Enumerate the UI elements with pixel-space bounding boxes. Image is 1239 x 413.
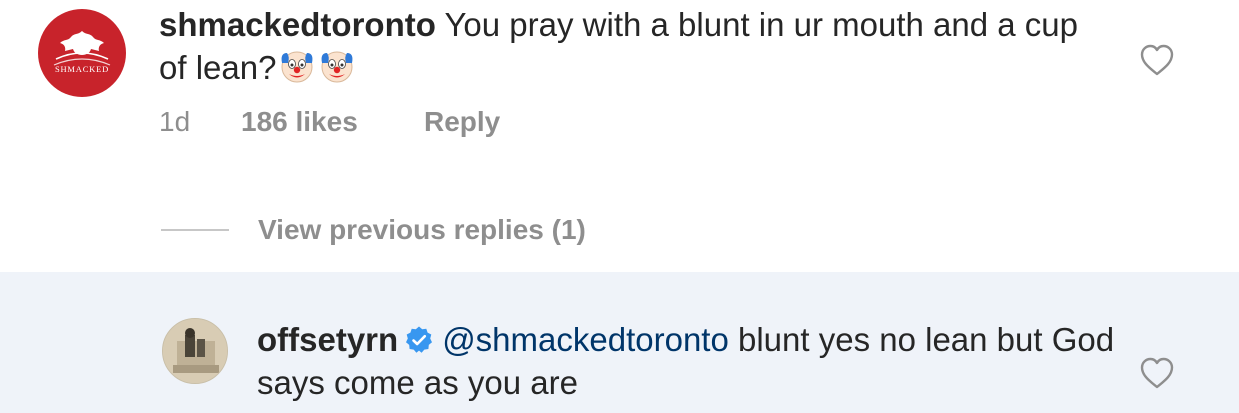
comment-meta: 1d 186 likes Reply xyxy=(159,106,500,142)
comment-timestamp: 1d xyxy=(159,106,191,137)
view-previous-replies-label: View previous replies (1) xyxy=(258,214,586,245)
clown-face-emoji-icon xyxy=(318,47,356,95)
reply-avatar[interactable] xyxy=(162,318,228,384)
reply-username[interactable]: offsetyrn xyxy=(257,321,398,358)
comment-username[interactable]: shmackedtoronto xyxy=(159,6,436,43)
heart-outline-icon[interactable] xyxy=(1139,43,1175,77)
avatar-photo-icon xyxy=(163,319,227,383)
likes-count[interactable]: 186 likes xyxy=(241,106,424,142)
thread-divider-line xyxy=(161,229,229,231)
heart-outline-icon[interactable] xyxy=(1139,356,1175,390)
verified-badge-icon xyxy=(406,326,433,353)
avatar-label: SHMACKED xyxy=(54,64,110,74)
view-previous-replies-button[interactable]: View previous replies (1) xyxy=(161,212,586,248)
reply-body: offsetyrn @shmackedtoronto blunt yes no … xyxy=(257,318,1117,404)
shmacked-logo-icon xyxy=(53,31,111,66)
comment: SHMACKED shmackedtoronto You pray with a… xyxy=(0,0,1239,272)
avatar[interactable]: SHMACKED xyxy=(38,9,126,97)
mention-link[interactable]: @shmackedtoronto xyxy=(442,321,729,358)
comment-body: shmackedtoronto You pray with a blunt in… xyxy=(159,3,1089,95)
reply-button[interactable]: Reply xyxy=(424,106,500,142)
clown-face-emoji-icon xyxy=(278,47,316,95)
